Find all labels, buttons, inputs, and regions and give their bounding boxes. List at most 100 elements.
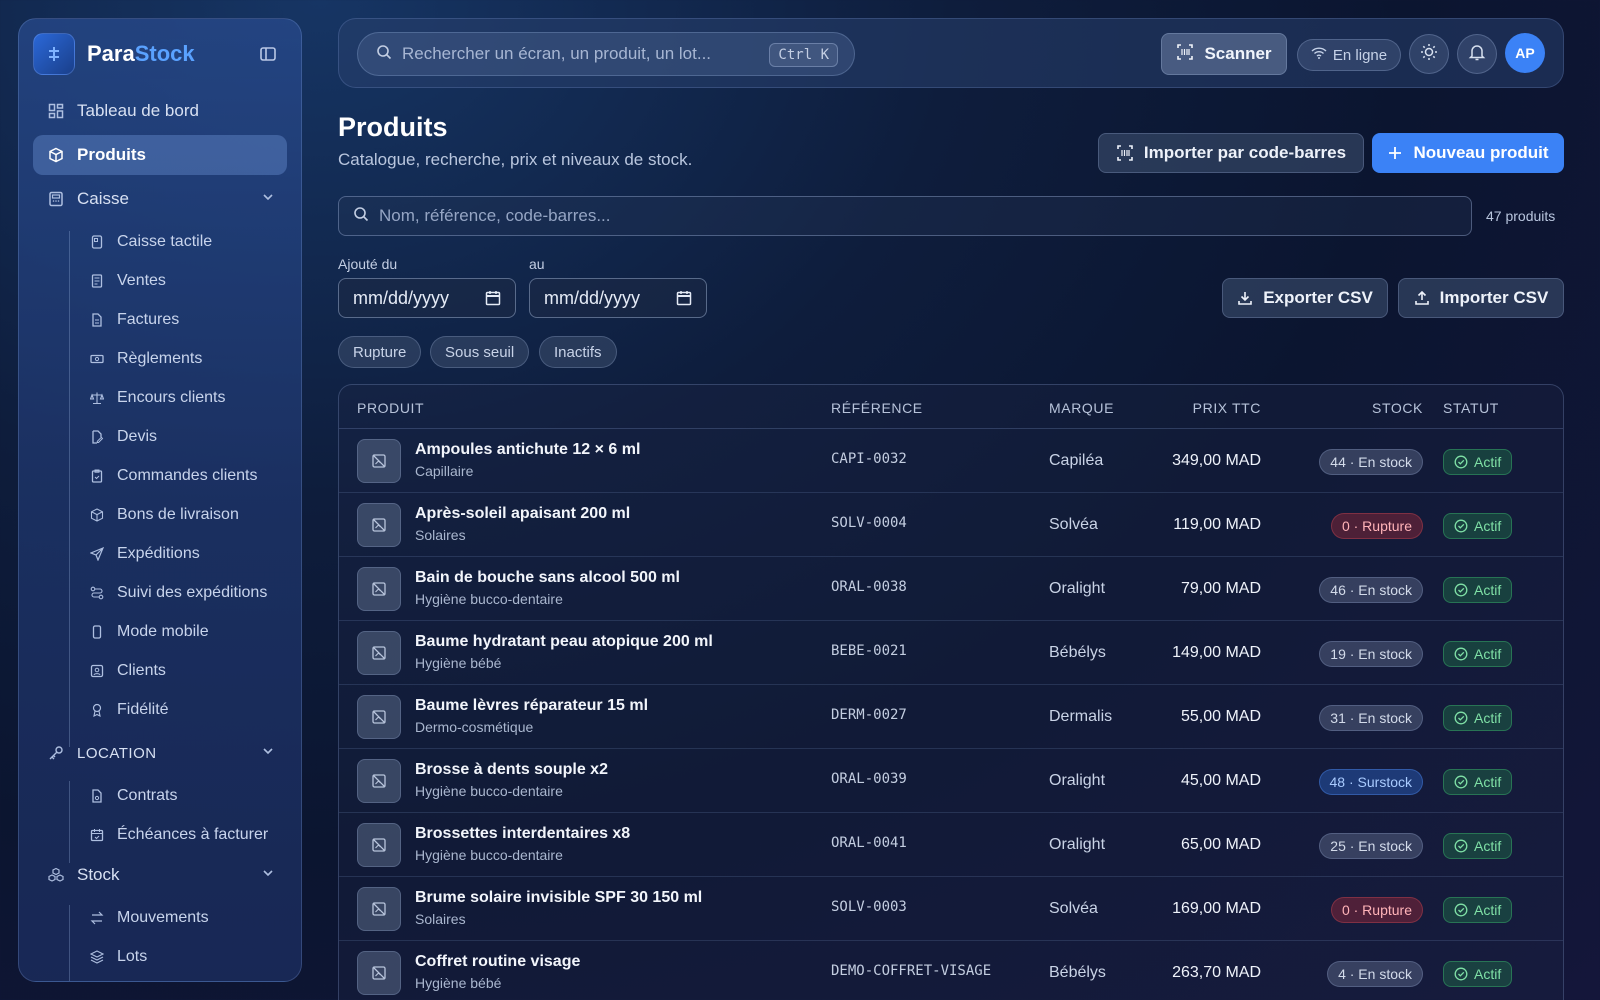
theme-toggle-button[interactable] xyxy=(1409,34,1449,74)
sidebar-subitem-encours-clients[interactable]: Encours clients xyxy=(89,383,287,413)
sidebar-item-products[interactable]: Produits xyxy=(33,135,287,175)
col-header-stock[interactable]: STOCK xyxy=(1372,400,1423,416)
table-row[interactable]: Baume hydratant peau atopique 200 ml Hygi… xyxy=(339,621,1563,685)
sidebar-item-label: Produits xyxy=(77,145,146,164)
product-count: 47 produits xyxy=(1486,208,1556,224)
stock-badge: 4 · En stock xyxy=(1327,961,1423,987)
product-name[interactable]: Ampoules antichute 12 × 6 ml xyxy=(415,441,640,459)
col-header-brand[interactable]: MARQUE xyxy=(1049,400,1114,416)
sidebar-subitem-reglements[interactable]: Règlements xyxy=(89,344,287,374)
import-csv-button[interactable]: Importer CSV xyxy=(1398,278,1564,318)
sidebar-subitem-echeances[interactable]: Échéances à facturer xyxy=(89,820,287,850)
contact-icon xyxy=(89,663,105,679)
image-placeholder-icon xyxy=(357,695,401,739)
scale-icon xyxy=(89,390,105,406)
status-badge: Actif xyxy=(1443,449,1513,475)
product-reference: ORAL-0038 xyxy=(831,579,907,595)
product-category: Solaires xyxy=(415,527,466,543)
sidebar-subitem-label: Échéances à facturer xyxy=(117,826,269,843)
sidebar-item-dashboard[interactable]: Tableau de bord xyxy=(33,91,287,131)
filter-chip-sous-seuil[interactable]: Sous seuil xyxy=(430,336,530,368)
stock-badge: 44 · En stock xyxy=(1319,449,1423,475)
status-badge: Actif xyxy=(1443,897,1513,923)
table-row[interactable]: Après-soleil apaisant 200 ml Solaires SOLV… xyxy=(339,493,1563,557)
date-from-input[interactable]: mm/dd/yyyy xyxy=(338,278,516,318)
sidebar-subitem-bons-livraison[interactable]: Bons de livraison xyxy=(89,500,287,530)
chevron-down-icon xyxy=(261,865,275,885)
keyboard-shortcut: Ctrl K xyxy=(769,43,838,67)
sidebar-subitem-label: Contrats xyxy=(117,787,178,804)
product-name[interactable]: Coffret routine visage xyxy=(415,953,580,971)
submenu-divider xyxy=(69,781,70,863)
user-avatar[interactable]: AP xyxy=(1505,33,1545,73)
sidebar-subitem-contrats[interactable]: Contrats xyxy=(89,781,287,811)
sidebar-item-stock[interactable]: Stock xyxy=(33,855,287,895)
sidebar-subitem-devis[interactable]: Devis xyxy=(89,422,287,452)
sidebar-subitem-mouvements[interactable]: Mouvements xyxy=(89,903,287,933)
sidebar-subitem-fidelite[interactable]: Fidélité xyxy=(89,695,287,725)
table-row[interactable]: Bain de bouche sans alcool 500 ml Hygiène… xyxy=(339,557,1563,621)
new-product-label: Nouveau produit xyxy=(1413,143,1549,162)
product-name[interactable]: Brossettes interdentaires x8 xyxy=(415,825,630,843)
sidebar-subitem-caisse-tactile[interactable]: Caisse tactile xyxy=(89,227,287,257)
col-header-reference[interactable]: RÉFÉRENCE xyxy=(831,400,923,416)
sidebar-item-label: Tableau de bord xyxy=(77,101,199,120)
sidebar-subitem-factures[interactable]: Factures xyxy=(89,305,287,335)
import-barcode-button[interactable]: Importer par code-barres xyxy=(1098,133,1364,173)
col-header-product[interactable]: PRODUIT xyxy=(357,400,424,416)
col-header-status[interactable]: STATUT xyxy=(1443,400,1499,416)
stock-badge: 48 · Surstock xyxy=(1318,769,1423,795)
calendar-icon xyxy=(89,827,105,843)
table-row[interactable]: Brume solaire invisible SPF 30 150 ml Sol… xyxy=(339,877,1563,941)
scanner-label: Scanner xyxy=(1204,44,1272,63)
sidebar-subitem-label: Ventes xyxy=(117,272,166,289)
stock-badge: 0 · Rupture xyxy=(1330,897,1423,923)
new-product-button[interactable]: Nouveau produit xyxy=(1372,133,1564,173)
sidebar-subitem-label: Commandes clients xyxy=(117,467,258,484)
global-search-placeholder: Rechercher un écran, un produit, un lot.… xyxy=(402,44,712,63)
table-row[interactable]: Coffret routine visage Hygiène bébé DEMO-C… xyxy=(339,941,1563,1000)
sidebar-subitem-lots[interactable]: Lots xyxy=(89,942,287,972)
table-row[interactable]: Brossettes interdentaires x8 Hygiène bucc… xyxy=(339,813,1563,877)
product-brand: Oralight xyxy=(1049,772,1106,789)
product-name[interactable]: Brosse à dents souple x2 xyxy=(415,761,608,779)
image-placeholder-icon xyxy=(357,567,401,611)
col-header-price[interactable]: PRIX TTC xyxy=(1193,400,1261,416)
package-icon xyxy=(89,507,105,523)
sidebar-subitem-expeditions[interactable]: Expéditions xyxy=(89,539,287,569)
sidebar-subitem-commandes-clients[interactable]: Commandes clients xyxy=(89,461,287,491)
sidebar-subitem-mode-mobile[interactable]: Mode mobile xyxy=(89,617,287,647)
scanner-button[interactable]: Scanner xyxy=(1161,33,1287,75)
sidebar-item-location[interactable]: LOCATION xyxy=(33,733,287,773)
product-name[interactable]: Baume hydratant peau atopique 200 ml xyxy=(415,633,713,651)
global-search-input[interactable]: Rechercher un écran, un produit, un lot.… xyxy=(357,32,855,76)
table-row[interactable]: Baume lèvres réparateur 15 ml Dermo-cosmé… xyxy=(339,685,1563,749)
export-csv-label: Exporter CSV xyxy=(1263,288,1373,307)
sidebar-subitem-clients[interactable]: Clients xyxy=(89,656,287,686)
product-name[interactable]: Après-soleil apaisant 200 ml xyxy=(415,505,630,523)
product-name[interactable]: Baume lèvres réparateur 15 ml xyxy=(415,697,648,715)
export-csv-button[interactable]: Exporter CSV xyxy=(1222,278,1388,318)
product-name[interactable]: Bain de bouche sans alcool 500 ml xyxy=(415,569,680,587)
status-badge: Actif xyxy=(1443,769,1513,795)
stock-badge: 25 · En stock xyxy=(1319,833,1423,859)
table-row[interactable]: Brosse à dents souple x2 Hygiène bucco-de… xyxy=(339,749,1563,813)
product-brand: Bébélys xyxy=(1049,964,1106,981)
sidebar-collapse-icon[interactable] xyxy=(257,43,279,65)
product-search-input[interactable]: Nom, référence, code-barres... xyxy=(338,196,1472,236)
notifications-button[interactable] xyxy=(1457,34,1497,74)
check-circle-icon xyxy=(1454,711,1468,725)
filter-chip-inactifs[interactable]: Inactifs xyxy=(539,336,617,368)
sidebar-subitem-suivi-expeditions[interactable]: Suivi des expéditions xyxy=(89,578,287,608)
date-to-input[interactable]: mm/dd/yyyy xyxy=(529,278,707,318)
filter-chip-rupture[interactable]: Rupture xyxy=(338,336,422,368)
calendar-icon[interactable] xyxy=(485,290,501,311)
table-row[interactable]: Ampoules antichute 12 × 6 ml Capillaire CA… xyxy=(339,429,1563,493)
sidebar-subitem-ventes[interactable]: Ventes xyxy=(89,266,287,296)
product-category: Hygiène bucco-dentaire xyxy=(415,847,563,863)
sidebar: ParaStock Tableau de bord Produits Caiss… xyxy=(18,18,302,982)
calendar-icon[interactable] xyxy=(676,290,692,311)
sidebar-item-caisse[interactable]: Caisse xyxy=(33,179,287,219)
product-name[interactable]: Brume solaire invisible SPF 30 150 ml xyxy=(415,889,702,907)
product-reference: SOLV-0003 xyxy=(831,899,907,915)
